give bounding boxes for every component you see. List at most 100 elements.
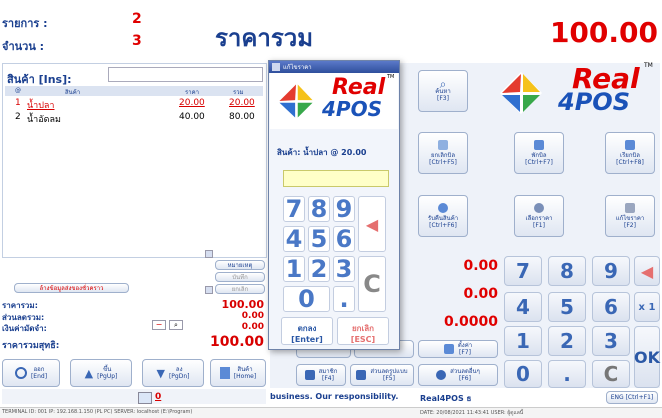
settings-label: ตั้งค่า <box>457 342 473 349</box>
minus-deposit-button[interactable]: − <box>152 320 166 330</box>
keypad-5[interactable]: 5 <box>548 292 586 322</box>
dialog-clear-button[interactable]: C <box>358 256 386 312</box>
select-price-button[interactable]: เลือกราคา [F1] <box>514 195 564 237</box>
keypad-9[interactable]: 9 <box>592 256 630 286</box>
keypad-0[interactable]: 0 <box>504 360 542 388</box>
other-discount-key: [F6] <box>459 375 471 382</box>
discount-pattern-button[interactable]: ส่วนลดรูปแบบ [F5] <box>350 364 414 386</box>
search-label: ค้นหา <box>435 87 451 95</box>
cancel-small-button[interactable]: ยกเลิก <box>215 284 265 294</box>
product-home-label: สินค้า <box>237 366 253 373</box>
dialog-cancel-button[interactable]: ยกเลิก [ESC] <box>337 317 389 345</box>
ok-button[interactable]: OK <box>634 326 660 388</box>
dialog-cancel-key: [ESC] <box>350 335 376 344</box>
dialog-key-2[interactable]: 2 <box>308 255 330 283</box>
dialog-title: แก้ไขราคา <box>283 64 312 71</box>
row-total: 20.00 <box>229 98 255 108</box>
hold-bill-button[interactable]: พักบิล [Ctrl+F7] <box>514 132 564 174</box>
window-icon <box>272 63 280 71</box>
col-total: รวม <box>233 89 244 96</box>
keypad-1[interactable]: 1 <box>504 326 542 356</box>
logo-tm: TM <box>644 62 653 69</box>
dialog-titlebar: แก้ไขราคา <box>269 61 399 73</box>
keypad-3[interactable]: 3 <box>592 326 630 356</box>
return-button[interactable]: รับคืนสินค้า [Ctrl+F6] <box>418 195 468 237</box>
settings-button[interactable]: ตั้งค่า [F7] <box>418 340 498 358</box>
edit-price-label: แก้ไขราคา <box>615 215 645 222</box>
keypad-8-label: 8 <box>560 259 574 283</box>
dialog-key-5-label: 5 <box>310 225 328 253</box>
dialog-key-dot[interactable]: . <box>333 285 355 313</box>
dialog-key-4-label: 4 <box>285 225 303 253</box>
clear-temp-link[interactable]: ล้างข้อมูลส่งของชั่วคราว <box>14 283 129 293</box>
language-button[interactable]: ENG [Ctrl+F1] <box>606 391 658 404</box>
keypad-2[interactable]: 2 <box>548 326 586 356</box>
dialog-key-8[interactable]: 8 <box>308 195 330 223</box>
keypad-2-label: 2 <box>560 329 574 353</box>
edit-price-dialog: แก้ไขราคา Real 4POS TM สินค้า: น้ำปลา @ … <box>268 60 400 350</box>
dialog-key-0-label: 0 <box>298 285 315 313</box>
dialog-ok-label: ตกลง <box>297 324 317 333</box>
product-icon <box>219 367 230 379</box>
exit-button[interactable]: ออก [End] <box>2 359 60 387</box>
clear-button[interactable]: C <box>592 360 630 388</box>
logo-diamond-icon <box>500 72 542 114</box>
table-row[interactable]: 2 น้ำอัดลม 40.00 80.00 <box>5 112 263 125</box>
save-button[interactable]: บันทึก <box>215 272 265 282</box>
dialog-key-4[interactable]: 4 <box>283 225 305 253</box>
ticker-text: business. Our responsibility. <box>270 392 399 401</box>
scroll-up-icon[interactable] <box>205 250 213 258</box>
ticker-brand: Real4POS ธ <box>420 394 472 403</box>
status-right: DATE: 20/08/2021 11:43:41 USER: ผู้ดูแลน… <box>420 410 524 416</box>
other-discount-button[interactable]: ส่วนลดอื่นๆ [F6] <box>418 364 498 386</box>
dialog-key-7[interactable]: 7 <box>283 195 305 223</box>
dialog-key-1-label: 1 <box>285 255 303 283</box>
dialog-key-8-label: 8 <box>310 195 328 223</box>
page-up-key: [PgUp] <box>97 373 118 380</box>
dialog-key-2-label: 2 <box>310 255 328 283</box>
hold-bill-label: พักบิล <box>531 152 547 159</box>
keypad-8[interactable]: 8 <box>548 256 586 286</box>
scroll-down-icon[interactable] <box>205 286 213 294</box>
keypad-dot[interactable]: . <box>548 360 586 388</box>
product-home-key: [Home] <box>233 373 257 380</box>
recall-bill-button[interactable]: เรียกบิล [Ctrl+F8] <box>605 132 655 174</box>
dialog-key-9[interactable]: 9 <box>333 195 355 223</box>
void-bill-button[interactable]: ยกเลิกบิล [Ctrl+F5] <box>418 132 468 174</box>
multiply-label: x 1 <box>638 301 656 313</box>
payment-value-2: 0.00 <box>463 286 498 302</box>
product-input[interactable] <box>108 67 263 82</box>
edit-price-button[interactable]: แก้ไขราคา [F2] <box>605 195 655 237</box>
search-button[interactable]: ⌕ ค้นหา [F3] <box>418 70 468 112</box>
dialog-key-6[interactable]: 6 <box>333 225 355 253</box>
user-icon[interactable] <box>138 392 152 404</box>
multiply-button[interactable]: x 1 <box>634 292 660 322</box>
backspace-button[interactable]: ◀ <box>634 256 660 286</box>
dialog-price-input[interactable] <box>283 170 389 187</box>
dialog-key-3[interactable]: 3 <box>333 255 355 283</box>
row-price: 20.00 <box>179 98 205 108</box>
page-down-label: ลง <box>175 366 183 373</box>
member-button[interactable]: สมาชิก [F4] <box>296 364 346 386</box>
keypad-3-label: 3 <box>604 329 618 353</box>
dialog-key-1[interactable]: 1 <box>283 255 305 283</box>
table-row[interactable]: 1 น้ำปลา 20.00 20.00 <box>5 98 263 111</box>
dialog-key-5[interactable]: 5 <box>308 225 330 253</box>
select-price-icon <box>534 203 544 213</box>
select-price-key: [F1] <box>533 222 545 229</box>
dialog-ok-button[interactable]: ตกลง [Enter] <box>281 317 333 345</box>
hold-bill-icon <box>534 140 544 150</box>
dialog-key-0[interactable]: 0 <box>283 285 330 313</box>
product-home-button[interactable]: สินค้า [Home] <box>210 359 266 387</box>
discount-pattern-icon <box>356 370 367 380</box>
keypad-4[interactable]: 4 <box>504 292 542 322</box>
keypad-7[interactable]: 7 <box>504 256 542 286</box>
net-label: ราคารวมสุทธิ: <box>2 341 60 351</box>
note-button[interactable]: หมายเหตุ <box>215 260 265 270</box>
search-deposit-icon[interactable]: ⌕ <box>169 320 183 330</box>
ok-label: OK <box>634 347 660 367</box>
keypad-6[interactable]: 6 <box>592 292 630 322</box>
dialog-backspace-button[interactable]: ◀ <box>358 196 386 252</box>
page-up-button[interactable]: ▲ ขึ้น [PgUp] <box>70 359 132 387</box>
page-down-button[interactable]: ▼ ลง [PgDn] <box>142 359 204 387</box>
